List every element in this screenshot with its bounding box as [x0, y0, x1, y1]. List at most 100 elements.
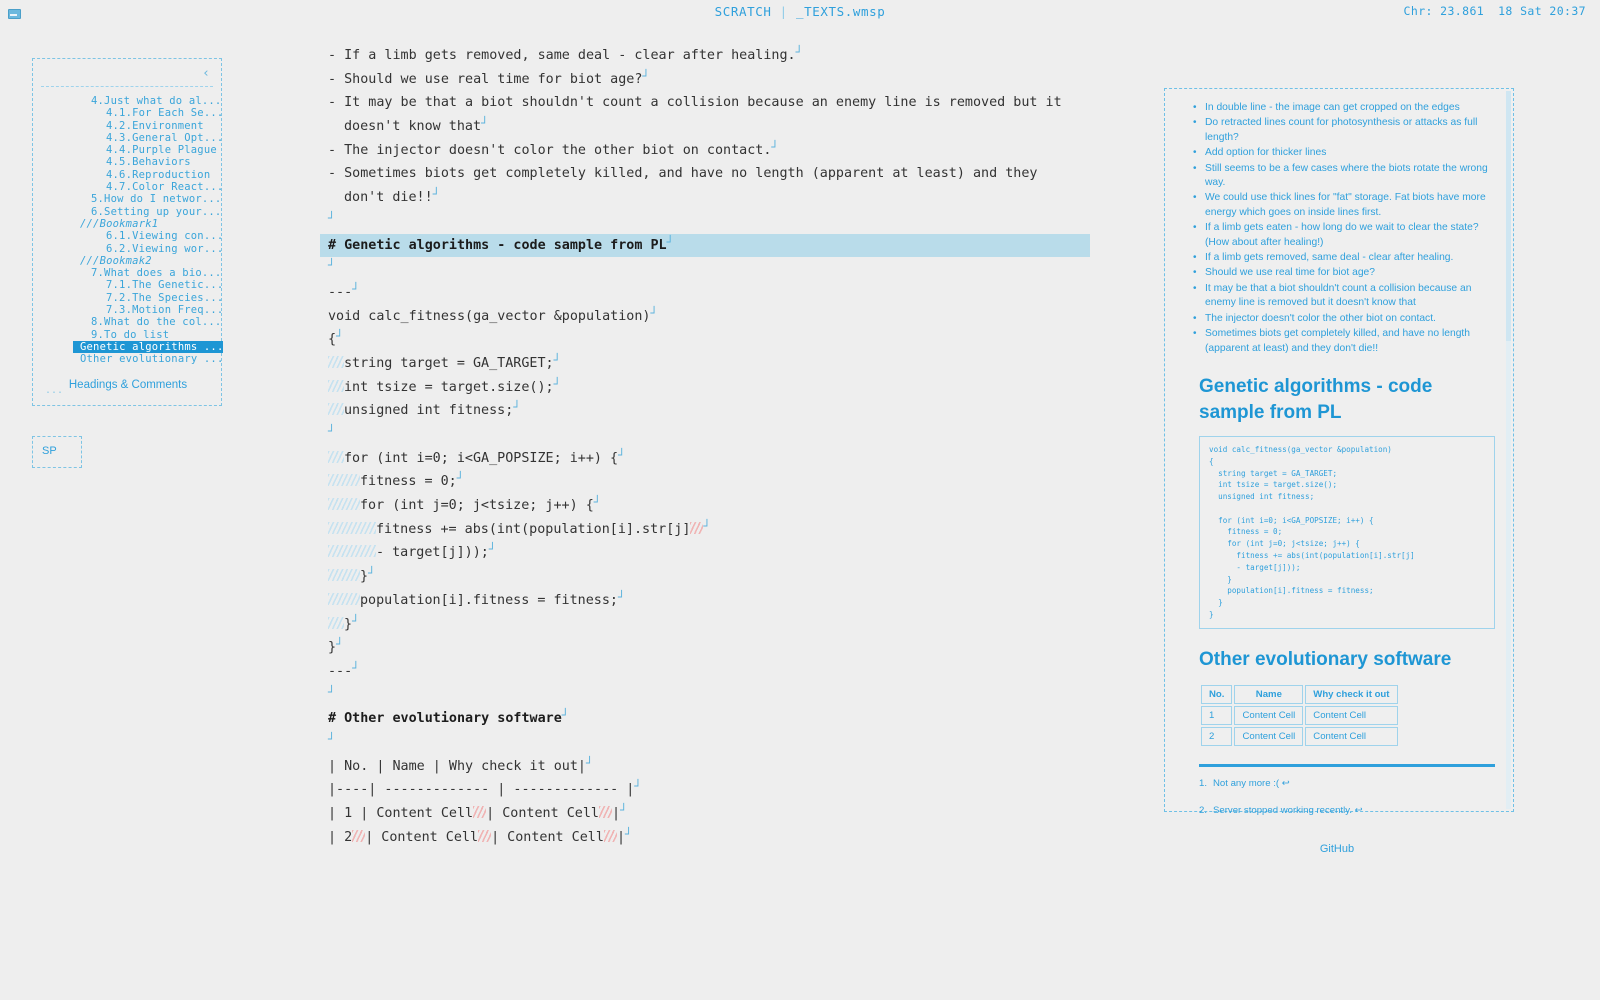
editor-line-9[interactable]: ┘ [320, 257, 1090, 281]
preview-scrollbar-thumb[interactable] [1506, 91, 1511, 341]
preview-footnote-list: 1.Not any more :( ↩2.Server stopped work… [1177, 777, 1497, 817]
editor-line-15[interactable]: unsigned int fitness;┘ [320, 399, 1090, 423]
editor-line-2[interactable]: - It may be that a biot shouldn't count … [320, 91, 1090, 115]
eol-marker: ┘ [481, 116, 488, 130]
eol-marker: ┘ [796, 45, 803, 59]
editor-line-11[interactable]: void calc_fitness(ga_vector &population)… [320, 305, 1090, 329]
editor-line-19[interactable]: for (int j=0; j<tsize; j++) {┘ [320, 494, 1090, 518]
line-text: - The injector doesn't color the other b… [328, 143, 771, 158]
outline-item-19[interactable]: 9.To do list [33, 329, 223, 341]
eol-marker: ┘ [352, 614, 359, 628]
editor-line-4[interactable]: - The injector doesn't color the other b… [320, 139, 1090, 163]
editor-line-7[interactable]: ┘ [320, 210, 1090, 234]
editor-line-23[interactable]: population[i].fitness = fitness;┘ [320, 589, 1090, 613]
preview-bullet-5: If a limb gets eaten - how long do we wa… [1195, 221, 1497, 250]
outline-item-7[interactable]: 4.7.Color React... [33, 181, 223, 193]
outline-item-15[interactable]: 7.1.The Genetic... [33, 279, 223, 291]
preview-bullet-9: The injector doesn't color the other bio… [1195, 312, 1497, 326]
outline-item-label: Genetic algorithms ... [80, 341, 223, 353]
editor-line-22[interactable]: }┘ [320, 565, 1090, 589]
editor-line-0[interactable]: - If a limb gets removed, same deal - cl… [320, 44, 1090, 68]
table-cell-text: | Content Cell [491, 830, 604, 845]
editor-line-16[interactable]: ┘ [320, 423, 1090, 447]
sp-panel[interactable]: SP [32, 436, 82, 468]
editor-line-28[interactable]: # Other evolutionary software┘ [320, 707, 1090, 731]
app-name: SCRATCH [715, 4, 772, 19]
sp-panel-label: SP [42, 445, 57, 457]
outline-item-18[interactable]: 8.What do the col... [33, 316, 223, 328]
editor-line-27[interactable]: ┘ [320, 684, 1090, 708]
preview-table: No.NameWhy check it out 1Content CellCon… [1199, 683, 1400, 748]
outline-item-label: 4.1.For Each Se... [106, 107, 223, 119]
table-cell-text: | [617, 830, 625, 845]
outline-list[interactable]: 4.Just what do al...4.1.For Each Se...4.… [33, 95, 223, 366]
outline-footer-label[interactable]: Headings & Comments [33, 379, 223, 391]
editor-line-30[interactable]: | No. | Name | Why check it out|┘ [320, 755, 1090, 779]
preview-heading-other-software: Other evolutionary software [1199, 647, 1489, 673]
editor-line-32[interactable]: | 1 | Content Cell| Content Cell|┘ [320, 802, 1090, 826]
editor-line-1[interactable]: - Should we use real time for biot age?┘ [320, 68, 1090, 92]
table-cell-text: | Content Cell [486, 806, 599, 821]
editor-line-14[interactable]: int tsize = target.size();┘ [320, 376, 1090, 400]
eol-marker: ┘ [513, 400, 520, 414]
outline-item-3[interactable]: 4.3.General Opt... [33, 132, 223, 144]
outline-item-20[interactable]: Genetic algorithms ... [73, 341, 223, 353]
editor-line-6[interactable]: don't die!!┘ [320, 186, 1090, 210]
outline-item-label: 5.How do I networ... [91, 193, 221, 205]
outline-item-13[interactable]: ///Bookmak2 [33, 255, 223, 267]
line-text: - If a limb gets removed, same deal - cl… [328, 48, 796, 63]
outline-item-label: 4.3.General Opt... [106, 132, 223, 144]
tab-indent-marker [328, 522, 376, 534]
github-link[interactable]: GitHub [1177, 843, 1497, 855]
outline-item-4[interactable]: 4.4.Purple Plague [33, 144, 223, 156]
tab-indent-marker [328, 617, 344, 629]
outline-item-5[interactable]: 4.5.Behaviors [33, 156, 223, 168]
outline-item-9[interactable]: 6.Setting up your... [33, 206, 223, 218]
outline-item-6[interactable]: 4.6.Reproduction [33, 169, 223, 181]
outline-item-1[interactable]: 4.1.For Each Se... [33, 107, 223, 119]
line-text: for (int i=0; i<GA_POPSIZE; i++) { [344, 451, 618, 466]
editor-line-25[interactable]: }┘ [320, 636, 1090, 660]
table-cell-r1-c0: 2 [1201, 727, 1232, 746]
editor-line-24[interactable]: }┘ [320, 613, 1090, 637]
outline-item-21[interactable]: Other evolutionary ... [33, 353, 223, 365]
editor-line-21[interactable]: - target[j]));┘ [320, 541, 1090, 565]
outline-item-label: 4.2.Environment [106, 120, 204, 132]
editor-line-17[interactable]: for (int i=0; i<GA_POPSIZE; i++) {┘ [320, 447, 1090, 471]
outline-item-11[interactable]: 6.1.Viewing con... [33, 230, 223, 242]
editor-line-18[interactable]: fitness = 0;┘ [320, 470, 1090, 494]
footnote-text: Not any more :( ↩ [1213, 778, 1290, 789]
editor-text-area[interactable]: - If a limb gets removed, same deal - cl… [320, 44, 1090, 864]
outline-item-0[interactable]: 4.Just what do al... [33, 95, 223, 107]
file-name: _TEXTS.wmsp [796, 4, 885, 19]
preview-scrollbar[interactable] [1506, 91, 1511, 809]
editor-line-20[interactable]: fitness += abs(int(population[i].str[j]┘ [320, 518, 1090, 542]
editor-line-31[interactable]: |----| ------------- | ------------- |┘ [320, 778, 1090, 802]
eol-marker: ┘ [618, 448, 625, 462]
outline-item-14[interactable]: 7.What does a bio... [33, 267, 223, 279]
tab-indent-marker [328, 593, 360, 605]
editor-line-29[interactable]: ┘ [320, 731, 1090, 755]
outline-item-label: 7.2.The Species... [106, 292, 223, 304]
outline-item-12[interactable]: 6.2.Viewing wor... [33, 243, 223, 255]
chevron-left-icon[interactable]: ‹ [199, 67, 213, 81]
editor-line-3[interactable]: doesn't know that┘ [320, 115, 1090, 139]
editor-line-13[interactable]: string target = GA_TARGET;┘ [320, 352, 1090, 376]
eol-marker: ┘ [328, 685, 335, 699]
outline-item-16[interactable]: 7.2.The Species... [33, 292, 223, 304]
outline-item-label: 4.Just what do al... [91, 95, 221, 107]
outline-item-10[interactable]: ///Bookmark1 [33, 218, 223, 230]
editor-line-5[interactable]: - Sometimes biots get completely killed,… [320, 162, 1090, 186]
outline-item-17[interactable]: 7.3.Motion Freq... [33, 304, 223, 316]
editor-line-12[interactable]: {┘ [320, 328, 1090, 352]
line-text: fitness += abs(int(population[i].str[j] [376, 522, 690, 537]
editor-line-8[interactable]: # Genetic algorithms - code sample from … [320, 234, 1090, 258]
editor-line-10[interactable]: ---┘ [320, 281, 1090, 305]
outline-item-8[interactable]: 5.How do I networ... [33, 193, 223, 205]
preview-code-text: void calc_fitness(ga_vector &population)… [1209, 444, 1485, 621]
outline-item-label: 7.3.Motion Freq... [106, 304, 223, 316]
outline-item-2[interactable]: 4.2.Environment [33, 120, 223, 132]
outline-item-label: 4.7.Color React... [106, 181, 223, 193]
editor-line-26[interactable]: ---┘ [320, 660, 1090, 684]
editor-line-33[interactable]: | 2| Content Cell| Content Cell|┘ [320, 826, 1090, 850]
